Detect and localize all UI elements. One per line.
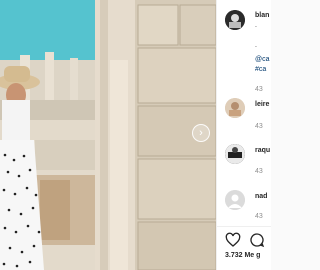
- caption-hashtag[interactable]: #ca: [255, 66, 266, 73]
- caption-mention[interactable]: @ca: [255, 56, 270, 63]
- likes-count[interactable]: 3.732 Me g: [225, 252, 260, 259]
- caption-time: 43: [255, 86, 263, 93]
- heart-icon[interactable]: [225, 232, 241, 248]
- post-actions: [225, 232, 265, 248]
- commenter-avatar[interactable]: [225, 190, 245, 210]
- post-photo[interactable]: ›: [0, 0, 216, 270]
- chevron-right-icon: ›: [199, 126, 203, 139]
- author-username[interactable]: blan: [255, 12, 269, 19]
- commenter-avatar[interactable]: [225, 144, 245, 164]
- comment-username[interactable]: leire: [255, 101, 269, 108]
- comment-time: 43: [255, 123, 263, 130]
- caption-line-1: .: [255, 22, 257, 29]
- post-photo-image: [0, 0, 216, 270]
- comment-username[interactable]: raqu: [255, 147, 270, 154]
- caption-line-2: .: [255, 42, 257, 49]
- post-side-panel: blan . . @ca #ca 43 leire 43 raqu 43 nad…: [216, 0, 271, 270]
- comment-time: 43: [255, 168, 263, 175]
- comment-username[interactable]: nad: [255, 193, 267, 200]
- actions-divider: [217, 226, 271, 227]
- comment-time: 43: [255, 213, 263, 220]
- next-photo-button[interactable]: ›: [192, 124, 210, 142]
- author-avatar[interactable]: [225, 10, 245, 30]
- commenter-avatar[interactable]: [225, 98, 245, 118]
- comment-icon[interactable]: [249, 232, 265, 248]
